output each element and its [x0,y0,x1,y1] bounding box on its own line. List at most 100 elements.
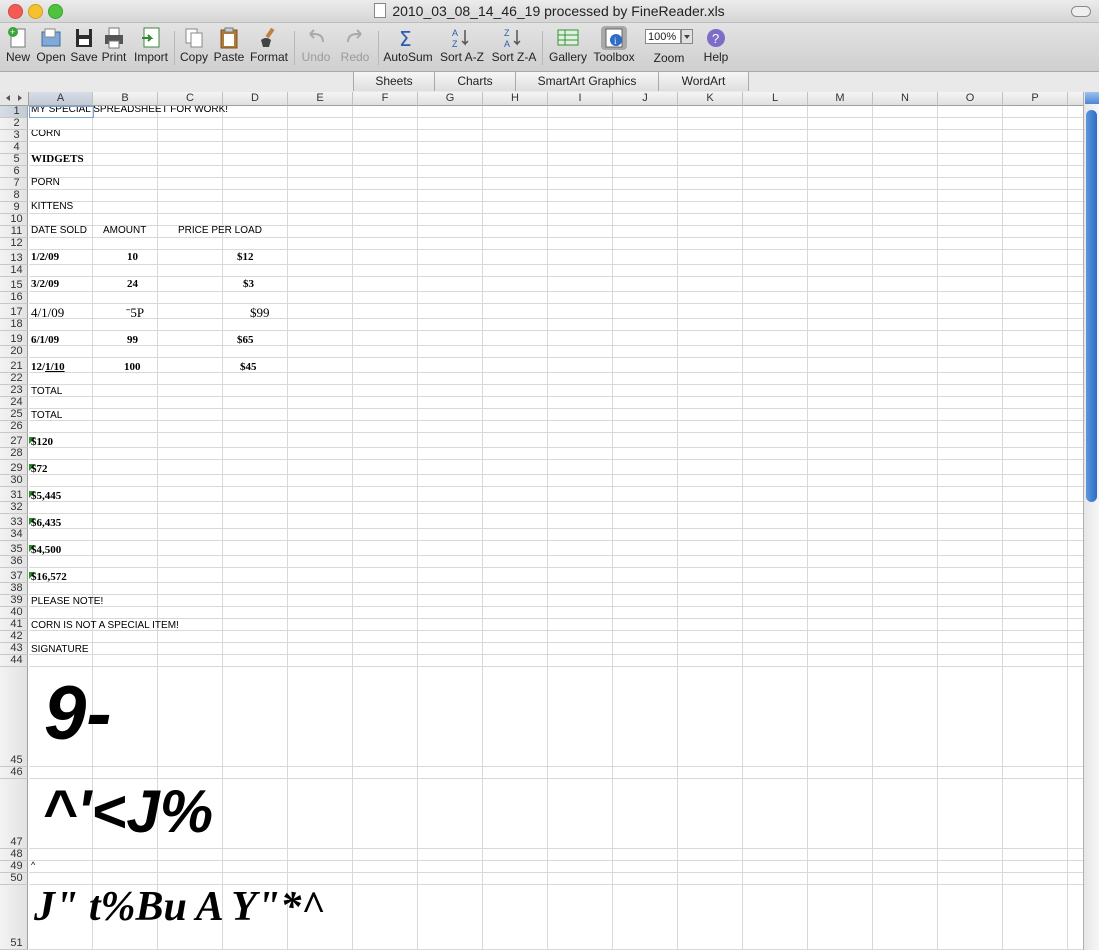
undo-arrow-icon [303,26,329,50]
cell-a13[interactable]: 1/2/09 [31,251,59,263]
row-header-31[interactable]: 31 [0,487,28,502]
column-header-k[interactable]: K [678,92,743,106]
row-number: 12 [10,237,23,249]
row-header-34[interactable]: 34 [0,528,28,541]
row-number: 26 [10,420,23,432]
row-header-17[interactable]: 17 [0,304,28,319]
gallery-button[interactable]: Gallery [547,26,589,64]
column-header-a[interactable]: A [29,92,93,106]
cell-d13[interactable]: $12 [237,251,254,263]
help-button[interactable]: ? Help [700,26,732,64]
scroll-thumb[interactable] [1086,110,1097,502]
new-button[interactable]: + New [4,26,32,64]
toolbox-button[interactable]: i Toolbox [591,26,637,64]
import-button[interactable]: Import [131,26,171,64]
format-button[interactable]: Format [248,26,290,64]
row-header-18[interactable]: 18 [0,318,28,331]
tab-wordart[interactable]: WordArt [658,72,749,91]
copy-icon [181,26,207,50]
cell-a47[interactable]: ^'<J% [42,777,213,846]
row-header-28[interactable]: 28 [0,447,28,460]
column-header-p[interactable]: P [1003,92,1068,106]
column-header-j[interactable]: J [613,92,678,106]
column-header-n[interactable]: N [873,92,938,106]
column-header-h[interactable]: H [483,92,548,106]
row-header-46[interactable]: 46 [0,766,28,779]
cell-a15[interactable]: 3/2/09 [31,278,59,290]
row-header-21[interactable]: 21 [0,358,28,373]
cell-d15[interactable]: $3 [243,278,254,290]
column-header-m[interactable]: M [808,92,873,106]
tab-smartart-graphics[interactable]: SmartArt Graphics [515,72,659,91]
column-header-o[interactable]: O [938,92,1003,106]
cell-b13[interactable]: 10 [127,251,138,263]
row-header-26[interactable]: 26 [0,420,28,433]
zoom-select[interactable]: 100% [645,29,693,46]
toolbar-toggle-button[interactable] [1071,6,1091,17]
row-header-30[interactable]: 30 [0,474,28,487]
row-header-15[interactable]: 15 [0,277,28,292]
column-header-d[interactable]: D [223,92,288,106]
column-header-i[interactable]: I [548,92,613,106]
row-header-47[interactable]: 47 [0,779,28,849]
row-header-51[interactable]: 51 [0,885,28,950]
cell-b11[interactable]: AMOUNT [103,225,146,236]
select-all-corner[interactable] [0,92,29,106]
row-header-29[interactable]: 29 [0,460,28,475]
spreadsheet-grid[interactable]: MY SPECIAL SPREADSHEET FOR WORK! CORN WI… [0,92,1083,950]
row-header-44[interactable]: 44 [0,654,28,667]
row-header-13[interactable]: 13 [0,250,28,265]
undo-button[interactable]: Undo [298,26,334,64]
row-header-35[interactable]: 35 [0,541,28,556]
autosum-button[interactable]: Σ AutoSum [382,26,434,64]
sort-ascending-button[interactable]: AZ Sort A-Z [437,26,487,64]
split-handle[interactable] [1085,92,1099,104]
zoom-control[interactable]: 100% Zoom [642,26,696,65]
row-header-36[interactable]: 36 [0,555,28,568]
column-header-c[interactable]: C [158,92,223,106]
save-button[interactable]: Save [70,26,98,64]
tab-sheets[interactable]: Sheets [353,72,435,91]
gridline-row [29,372,1083,373]
toolbox-info-icon: i [601,26,627,50]
row-header-50[interactable]: 50 [0,872,28,885]
cell-a49[interactable]: ^ [31,860,35,870]
cell-a11[interactable]: DATE SOLD [31,225,87,236]
row-header-20[interactable]: 20 [0,345,28,358]
column-header-b[interactable]: B [93,92,158,106]
cell-a5[interactable]: WIDGETS [31,153,84,165]
zoom-dropdown-arrow-icon[interactable] [681,29,693,44]
row-header-19[interactable]: 19 [0,331,28,346]
column-header-g[interactable]: G [418,92,483,106]
gridline-row [29,177,1083,178]
column-header-e[interactable]: E [288,92,353,106]
cell-a9[interactable]: KITTENS [31,201,73,212]
cell-a45[interactable]: 9- [44,670,112,757]
sort-descending-button[interactable]: ZA Sort Z-A [489,26,539,64]
print-button[interactable]: Print [100,26,128,64]
cell-a7[interactable]: PORN [31,177,60,188]
row-header-32[interactable]: 32 [0,501,28,514]
vertical-scrollbar[interactable] [1083,92,1099,950]
gridline-row [29,276,1083,277]
row-header-37[interactable]: 37 [0,568,28,583]
cell-c11[interactable]: PRICE PER LOAD [178,225,262,236]
column-header-f[interactable]: F [353,92,418,106]
row-header-16[interactable]: 16 [0,291,28,304]
paste-button[interactable]: Paste [212,26,246,64]
copy-button[interactable]: Copy [178,26,210,64]
redo-button[interactable]: Redo [336,26,374,64]
cell-b15[interactable]: 24 [127,278,138,290]
row-header-45[interactable]: 45 [0,667,28,767]
row-number: 30 [10,474,23,486]
cell-a51[interactable]: J" t%Bu A Y"*^ [34,883,325,931]
row-header-27[interactable]: 27 [0,433,28,448]
row-header-14[interactable]: 14 [0,264,28,277]
row-header-33[interactable]: 33 [0,514,28,529]
row-header-12[interactable]: 12 [0,237,28,250]
help-question-icon: ? [703,26,729,50]
open-button[interactable]: Open [34,26,68,64]
column-header-l[interactable]: L [743,92,808,106]
tab-charts[interactable]: Charts [434,72,516,91]
gridline-row [29,201,1083,202]
